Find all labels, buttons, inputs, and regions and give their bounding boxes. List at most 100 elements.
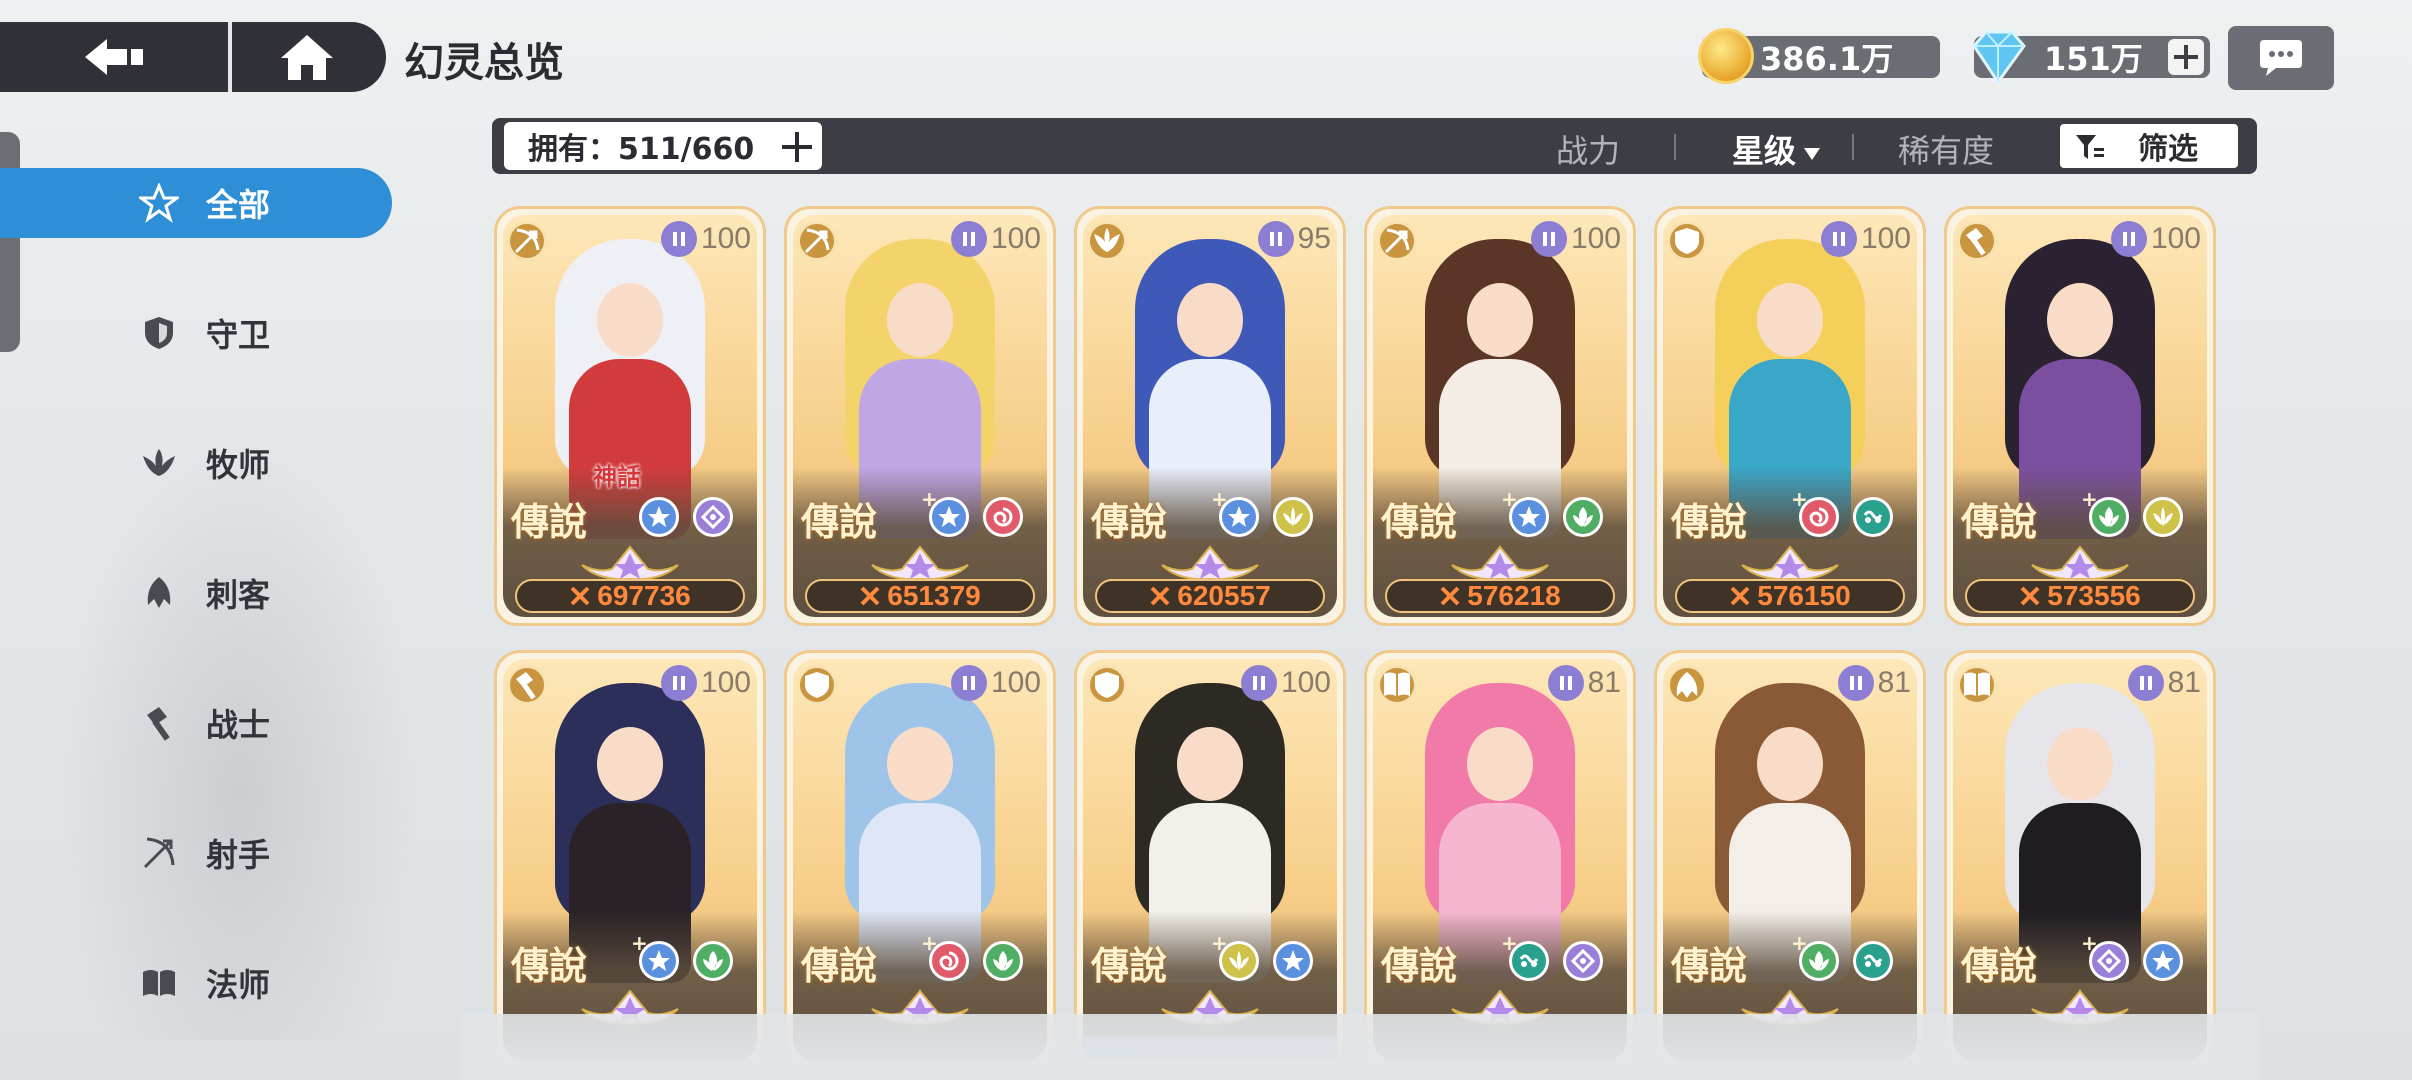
hero-card[interactable]: 100 傳說 + — [494, 650, 766, 1070]
rarity-label: 傳說 — [1671, 943, 1748, 988]
hero-level: 100 — [1860, 222, 1911, 255]
eye-element-icon — [693, 497, 733, 537]
book-icon — [138, 962, 180, 1004]
top-nav — [0, 22, 386, 92]
wind-element-icon — [1509, 941, 1549, 981]
rarity-label: 傳說 — [801, 943, 878, 988]
hero-level: 100 — [1570, 222, 1621, 255]
hero-level: 81 — [2167, 666, 2201, 699]
level-tier-icon — [1547, 665, 1584, 701]
home-button[interactable] — [232, 22, 382, 92]
sidebar-item-mage[interactable]: 法师 — [0, 948, 392, 1018]
rarity-label: 傳說 — [1961, 943, 2038, 988]
hero-face — [1177, 727, 1243, 801]
sort-by-star[interactable]: 星级 — [1732, 126, 1822, 172]
wind-element-icon — [1853, 941, 1893, 981]
plus-icon — [2174, 45, 2198, 69]
sidebar-item-guard[interactable]: 守卫 — [0, 298, 392, 368]
hero-level: 100 — [2150, 222, 2201, 255]
sidebar-item-all[interactable]: 全部 — [0, 168, 392, 238]
hero-face — [1177, 283, 1243, 357]
leaf-element-icon — [983, 941, 1023, 981]
hero-level: 100 — [700, 222, 751, 255]
chat-bubble-icon — [2260, 40, 2302, 76]
level-tier-icon — [660, 221, 697, 257]
level-tier-icon — [1837, 665, 1874, 701]
sidebar-item-archer[interactable]: 射手 — [0, 818, 392, 888]
hero-card[interactable]: 81 傳說 + — [1944, 650, 2216, 1070]
star-element-icon — [639, 497, 679, 537]
hammer-icon — [1957, 221, 1997, 261]
sidebar-item-label: 牧师 — [206, 446, 271, 484]
hero-face — [2047, 283, 2113, 357]
rarity-label: 傳說 — [1381, 499, 1458, 544]
hero-card[interactable]: 81 傳說 + — [1364, 650, 1636, 1070]
expand-plus-icon[interactable] — [780, 130, 814, 164]
filter-button[interactable]: 筛选 — [2058, 122, 2240, 170]
leaf-element-icon — [1563, 497, 1603, 537]
rarity-label: 傳說 — [1091, 499, 1168, 544]
hero-card[interactable]: 100 傳說 +651379 — [784, 206, 1056, 626]
level-indicator: 100 — [1240, 665, 1331, 701]
swirl-element-icon — [1799, 497, 1839, 537]
hero-card[interactable]: 100 傳說 + — [1074, 650, 1346, 1070]
hero-card[interactable]: 100 神話 傳說 697736 — [494, 206, 766, 626]
hero-card[interactable]: 81 傳說 + — [1654, 650, 1926, 1070]
gold-amount: 386.1万 — [1760, 40, 1894, 78]
sidebar-item-label: 法师 — [206, 966, 271, 1004]
add-gems-button[interactable] — [2168, 39, 2204, 75]
level-indicator: 100 — [1820, 221, 1911, 257]
sort-by-rarity[interactable]: 稀有度 — [1898, 126, 1994, 172]
gem-currency: 151万 — [1972, 30, 2210, 85]
sort-by-power[interactable]: 战力 — [1556, 126, 1620, 172]
rarity-label: 傳說 — [801, 499, 878, 544]
light-element-icon — [1219, 941, 1259, 981]
myth-tag: 神話 — [593, 463, 641, 491]
star-rank-icon — [871, 545, 969, 581]
leaf-element-icon — [1799, 941, 1839, 981]
sidebar-item-warrior[interactable]: 战士 — [0, 688, 392, 758]
chat-button[interactable] — [2228, 26, 2334, 90]
gold-currency: 386.1万 — [1698, 28, 1940, 84]
sidebar-item-priest[interactable]: 牧师 — [0, 428, 392, 498]
power-value: 576218 — [1467, 580, 1561, 611]
level-indicator: 100 — [950, 665, 1041, 701]
rarity-label: 傳說 — [1671, 499, 1748, 544]
page-title: 幻灵总览 — [404, 40, 564, 86]
hero-face — [1757, 283, 1823, 357]
shield-icon — [1087, 665, 1127, 705]
shield-icon — [797, 665, 837, 705]
hero-card[interactable]: 100 傳說 +576150 — [1654, 206, 1926, 626]
star-rank-icon — [1451, 545, 1549, 581]
level-indicator: 100 — [2110, 221, 2201, 257]
hero-face — [1467, 283, 1533, 357]
hero-card[interactable]: 100 傳說 + — [784, 650, 1056, 1070]
star-element-icon — [1219, 497, 1259, 537]
level-tier-icon — [1257, 221, 1294, 257]
power-value: 576150 — [1757, 580, 1851, 611]
swirl-element-icon — [983, 497, 1023, 537]
hero-card[interactable]: 100 傳說 +573556 — [1944, 206, 2216, 626]
owned-count: 拥有：511/660 — [528, 132, 755, 167]
level-indicator: 100 — [1530, 221, 1621, 257]
gem-amount: 151万 — [2044, 40, 2143, 78]
hero-face — [597, 727, 663, 801]
hero-card[interactable]: 95 傳說 +620557 — [1074, 206, 1346, 626]
owned-count-box[interactable]: 拥有：511/660 — [504, 122, 822, 170]
crossed-swords-icon — [570, 586, 590, 606]
star-element-icon — [2143, 941, 2183, 981]
hero-level: 81 — [1587, 666, 1621, 699]
back-button[interactable] — [0, 22, 228, 92]
hero-face — [1757, 727, 1823, 801]
rarity-label: 傳說 — [511, 499, 588, 544]
all-star-icon — [138, 182, 180, 224]
hero-card[interactable]: 100 傳說 +576218 — [1364, 206, 1636, 626]
hero-face — [597, 283, 663, 357]
assassin-icon — [1667, 665, 1707, 705]
hammer-icon — [138, 702, 180, 744]
level-indicator: 100 — [660, 221, 751, 257]
star-rank-icon — [2031, 545, 2129, 581]
wind-element-icon — [1853, 497, 1893, 537]
book-icon — [1377, 665, 1417, 705]
sidebar-item-assassin[interactable]: 刺客 — [0, 558, 392, 628]
